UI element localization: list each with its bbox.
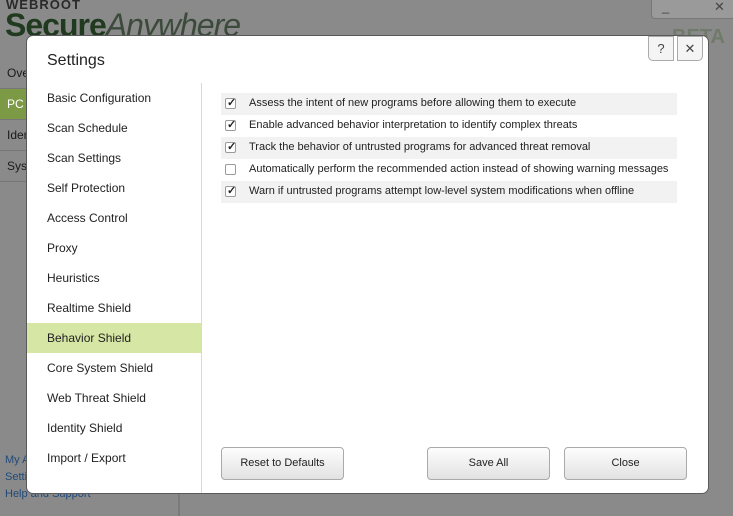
sidebar-item-self-protection[interactable]: Self Protection <box>27 173 201 203</box>
checkmark-icon: ✓ <box>227 141 237 153</box>
option-label: Automatically perform the recommended ac… <box>249 163 669 175</box>
sidebar-item-import-export[interactable]: Import / Export <box>27 443 201 473</box>
sidebar-item-scan-settings[interactable]: Scan Settings <box>27 143 201 173</box>
dialog-title: Settings <box>47 52 105 69</box>
close-icon[interactable]: ✕ <box>677 36 703 61</box>
save-all-button[interactable]: Save All <box>427 447 550 480</box>
settings-dialog: Settings ? ✕ Basic Configuration Scan Sc… <box>27 36 708 493</box>
sidebar-item-realtime-shield[interactable]: Realtime Shield <box>27 293 201 323</box>
sidebar-item-access-control[interactable]: Access Control <box>27 203 201 233</box>
option-row: ✓ Assess the intent of new programs befo… <box>221 93 677 115</box>
option-checkbox[interactable]: ✓ <box>225 185 237 197</box>
sidebar-item-core-system-shield[interactable]: Core System Shield <box>27 353 201 383</box>
sidebar-item-proxy[interactable]: Proxy <box>27 233 201 263</box>
option-row: ✓ Automatically perform the recommended … <box>221 159 677 181</box>
option-row: ✓ Warn if untrusted programs attempt low… <box>221 181 677 203</box>
option-label: Track the behavior of untrusted programs… <box>249 141 591 153</box>
option-checkbox[interactable]: ✓ <box>225 141 237 153</box>
minimize-icon[interactable]: _ <box>662 0 669 14</box>
checkmark-icon: ✓ <box>227 119 237 131</box>
checkmark-icon: ✓ <box>227 185 237 197</box>
sidebar-item-identity-shield[interactable]: Identity Shield <box>27 413 201 443</box>
option-label: Warn if untrusted programs attempt low-l… <box>249 185 635 197</box>
option-label: Assess the intent of new programs before… <box>249 97 577 109</box>
window-close-icon[interactable]: ✕ <box>714 0 725 15</box>
option-row: ✓ Enable advanced behavior interpretatio… <box>221 115 677 137</box>
settings-sidebar: Basic Configuration Scan Schedule Scan S… <box>27 83 201 473</box>
behavior-shield-options: ✓ Assess the intent of new programs befo… <box>221 93 677 203</box>
sidebar-item-heuristics[interactable]: Heuristics <box>27 263 201 293</box>
close-button[interactable]: Close <box>564 447 687 480</box>
option-label: Enable advanced behavior interpretation … <box>249 119 578 131</box>
sidebar-divider <box>201 83 202 493</box>
sidebar-item-web-threat-shield[interactable]: Web Threat Shield <box>27 383 201 413</box>
window-controls: _ ✕ <box>651 0 733 19</box>
sidebar-item-scan-schedule[interactable]: Scan Schedule <box>27 113 201 143</box>
sidebar-item-basic-configuration[interactable]: Basic Configuration <box>27 83 201 113</box>
help-icon[interactable]: ? <box>648 36 674 61</box>
sidebar-item-behavior-shield[interactable]: Behavior Shield <box>27 323 201 353</box>
reset-to-defaults-button[interactable]: Reset to Defaults <box>221 447 344 480</box>
option-checkbox[interactable]: ✓ <box>225 119 237 131</box>
option-checkbox[interactable]: ✓ <box>225 164 236 175</box>
checkmark-icon: ✓ <box>227 97 237 109</box>
option-row: ✓ Track the behavior of untrusted progra… <box>221 137 677 159</box>
option-checkbox[interactable]: ✓ <box>225 97 237 109</box>
